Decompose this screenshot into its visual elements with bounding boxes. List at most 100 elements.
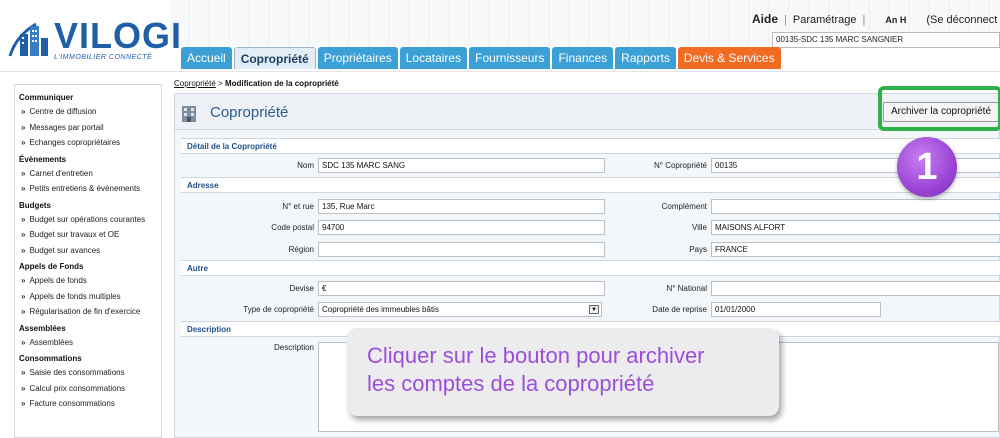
section-detail: Détail de la Copropriété [181, 138, 1000, 154]
sidebar-item[interactable]: » Saisie des consommations [19, 365, 161, 381]
label-date-reprise: Date de reprise [652, 305, 707, 314]
tab-fournisseurs[interactable]: Fournisseurs [469, 47, 551, 69]
tab-accueil[interactable]: Accueil [181, 47, 232, 69]
chevron-right-icon: » [21, 307, 26, 316]
section-adresse: Adresse [181, 177, 1000, 193]
type-copropriete-select[interactable]: Copropriété des immeubles bâtis ▼ [318, 302, 602, 317]
user-name: An H [885, 15, 907, 25]
sidebar-item-label: Budget sur avances [29, 245, 101, 255]
chevron-right-icon: » [21, 276, 26, 285]
sidebar-item-label: Budget sur opérations courantes [29, 214, 146, 224]
sidebar-item[interactable]: » Carnet d'entretien [19, 166, 161, 182]
building-logo-icon [8, 22, 48, 57]
label-type-copropriete: Type de copropriété [243, 305, 314, 314]
sidebar-item[interactable]: » Centre de diffusion [19, 104, 161, 120]
copropriete-selector[interactable]: 00135-SDC 135 MARC SANGNIER [772, 32, 1000, 48]
label-complement: Complément [661, 202, 707, 211]
sidebar: Communiquer» Centre de diffusion» Messages… [14, 84, 162, 438]
logo[interactable]: VILOGI L'IMMOBILIER CONNECTÉ [6, 16, 181, 66]
sidebar-item-label: Petits entretiens & évènements [29, 184, 141, 193]
archive-copropriete-button[interactable]: Archiver la copropriété [883, 102, 999, 122]
sidebar-item[interactable]: » Calcul prix consommations [19, 381, 161, 397]
panel-header: Copropriété Archiver la copropriété [175, 94, 1000, 130]
label-pays: Pays [689, 245, 707, 254]
sidebar-section-title: Budgets [19, 200, 51, 210]
breadcrumb: Copropriété > Modification de la copropr… [174, 79, 339, 88]
chevron-right-icon: » [21, 368, 26, 377]
instruction-callout: Cliquer sur le bouton pour archiver les … [347, 328, 779, 416]
sidebar-item-label: Calcul prix consommations [29, 383, 126, 393]
chevron-right-icon: » [21, 399, 26, 408]
ville-input[interactable]: MAISONS ALFORT [711, 220, 1000, 235]
sidebar-item[interactable]: » Appels de fonds multiples [19, 289, 161, 305]
header: VILOGI L'IMMOBILIER CONNECTÉ Aide | Paramé… [0, 0, 1000, 72]
sidebar-item[interactable]: » Petits entretiens & évènements [19, 181, 161, 197]
date-reprise-input[interactable]: 01/01/2000 [711, 302, 881, 317]
sidebar-item-label: Saisie des consommations [29, 368, 125, 377]
sidebar-section-title: Appels de Fonds [19, 262, 84, 271]
sidebar-item[interactable]: » Echanges copropriétaires [19, 135, 161, 151]
sidebar-item-label: Appels de fonds multiples [29, 291, 121, 301]
chevron-right-icon: » [21, 337, 26, 347]
sidebar-item[interactable]: » Facture consommations [19, 396, 161, 412]
help-link[interactable]: Aide [752, 12, 778, 26]
callout-line-2: les comptes de la copropriété [367, 371, 655, 396]
complement-input[interactable] [711, 199, 1000, 214]
tab-locataires[interactable]: Locataires [399, 47, 468, 69]
label-code-postal: Code postal [271, 223, 314, 232]
breadcrumb-parent[interactable]: Copropriété [174, 79, 216, 88]
sidebar-item[interactable]: » Régularisation de fin d'exercice [19, 304, 161, 320]
logo-text: VILOGI [54, 15, 183, 56]
nom-input[interactable]: SDC 135 MARC SANG [318, 158, 605, 173]
sidebar-item-label: Carnet d'entretien [29, 168, 93, 178]
chevron-right-icon: » [21, 138, 26, 147]
sidebar-item-label: Facture consommations [29, 399, 115, 408]
region-input[interactable] [318, 242, 605, 257]
sidebar-item[interactable]: » Budget sur travaux et OE [19, 227, 161, 243]
tab-rapports[interactable]: Rapports [615, 47, 676, 69]
sidebar-item-label: Assemblées [29, 337, 74, 347]
settings-link[interactable]: Paramétrage [793, 14, 857, 26]
chevron-right-icon: » [21, 214, 26, 224]
top-links: Aide | Paramétrage | An H (Se déconnect [752, 12, 998, 26]
chevron-right-icon: » [21, 107, 26, 116]
sidebar-section-title: Évènements [19, 154, 67, 164]
sidebar-section-title: Communiquer [19, 93, 74, 102]
tab-copropriété[interactable]: Copropriété [233, 47, 316, 69]
building-icon [182, 106, 196, 122]
label-num-copropriete: N° Copropriété [654, 161, 707, 170]
sidebar-item-label: Echanges copropriétaires [29, 138, 121, 147]
devise-input[interactable]: € [318, 281, 605, 296]
type-copropriete-value: Copropriété des immeubles bâtis [322, 305, 439, 314]
rue-input[interactable]: 135, Rue Marc [318, 199, 605, 214]
breadcrumb-current: Modification de la copropriété [224, 79, 339, 88]
sidebar-section-title: Assemblées [19, 323, 66, 333]
sidebar-item[interactable]: » Assemblées [19, 335, 161, 351]
pays-input[interactable]: FRANCE [711, 242, 1000, 257]
step-badge: 1 [897, 137, 957, 197]
sidebar-item[interactable]: » Appels de fonds [19, 273, 161, 289]
sidebar-item[interactable]: » Messages par portail [19, 120, 161, 136]
label-nom: Nom [297, 161, 314, 170]
tab-devis-services[interactable]: Devis & Services [677, 47, 781, 69]
breadcrumb-separator: > [218, 79, 223, 88]
label-rue: N° et rue [282, 202, 314, 211]
sidebar-item[interactable]: » Budget sur avances [19, 243, 161, 259]
sidebar-item[interactable]: » Budget sur opérations courantes [19, 212, 161, 228]
num-national-input[interactable] [711, 281, 1000, 296]
page-title: Copropriété [210, 104, 289, 121]
sidebar-item-label: Régularisation de fin d'exercice [29, 307, 141, 316]
code-postal-input[interactable]: 94700 [318, 220, 605, 235]
label-num-national: N° National [666, 284, 707, 293]
logo-tagline: L'IMMOBILIER CONNECTÉ [54, 54, 153, 61]
chevron-right-icon: » [21, 168, 26, 178]
sidebar-item-label: Appels de fonds [29, 276, 87, 285]
tab-propriétaires[interactable]: Propriétaires [317, 47, 398, 69]
sidebar-section-title: Consommations [19, 354, 82, 363]
sidebar-item-label: Centre de diffusion [29, 107, 97, 116]
label-devise: Devise [289, 284, 314, 293]
tab-finances[interactable]: Finances [552, 47, 614, 69]
label-description: Description [273, 343, 314, 352]
logout-link[interactable]: (Se déconnect [926, 14, 997, 26]
sidebar-item-label: Budget sur travaux et OE [29, 230, 120, 239]
